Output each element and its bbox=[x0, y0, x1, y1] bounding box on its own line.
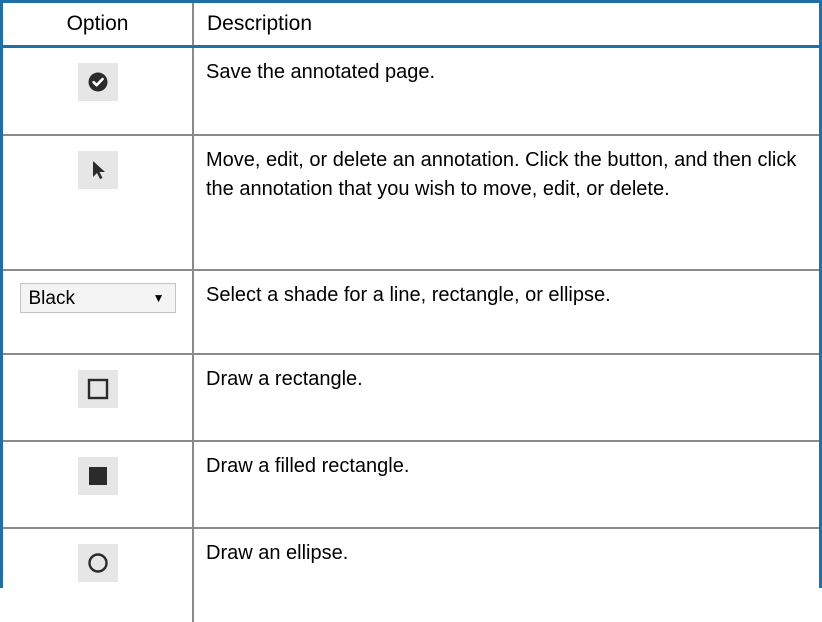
table-row: Save the annotated page. bbox=[3, 46, 819, 136]
description-cell: Draw a filled rectangle. bbox=[193, 441, 819, 529]
options-table: Option Description Save the annotated pa… bbox=[3, 3, 819, 622]
column-header-description: Description bbox=[193, 3, 819, 48]
arrow-pointer-icon bbox=[92, 161, 105, 179]
shade-select-value: Black bbox=[28, 287, 75, 309]
table-row: Draw an ellipse. bbox=[3, 528, 819, 622]
table-row: Draw a rectangle. bbox=[3, 354, 819, 442]
rectangle-outline-icon bbox=[87, 378, 108, 400]
draw-rectangle-button[interactable] bbox=[77, 370, 118, 408]
filled-rectangle-icon bbox=[88, 467, 107, 485]
description-cell: Draw an ellipse. bbox=[206, 542, 349, 564]
table-header-row: Option Description bbox=[3, 3, 819, 48]
description-cell: Save the annotated page. bbox=[193, 46, 819, 136]
option-cell bbox=[3, 46, 194, 136]
description-cell: Move, edit, or delete an annotation. Cli… bbox=[193, 135, 819, 271]
option-cell bbox=[3, 354, 194, 442]
table-row: Draw a filled rectangle. bbox=[3, 441, 819, 529]
table-row: Move, edit, or delete an annotation. Cli… bbox=[3, 135, 819, 271]
option-cell bbox=[3, 441, 194, 529]
save-button[interactable] bbox=[77, 63, 118, 101]
description-cell: Select a shade for a line, rectangle, or… bbox=[193, 270, 819, 355]
select-annotation-button[interactable] bbox=[77, 151, 118, 189]
checkmark-circle-icon bbox=[88, 72, 107, 92]
description-cell: Draw a rectangle. bbox=[193, 354, 819, 442]
table-row: Black ▼ Select a shade for a line, recta… bbox=[3, 270, 819, 355]
draw-ellipse-button[interactable] bbox=[77, 544, 118, 582]
draw-filled-rectangle-button[interactable] bbox=[77, 457, 118, 495]
option-cell: Black ▼ bbox=[3, 270, 194, 355]
option-cell bbox=[3, 135, 194, 271]
option-cell bbox=[3, 528, 194, 622]
page: Option Description Save the annotated pa… bbox=[0, 0, 822, 622]
shade-select[interactable]: Black ▼ bbox=[19, 283, 176, 313]
dropdown-arrow-icon: ▼ bbox=[152, 291, 165, 305]
ellipse-outline-icon bbox=[87, 553, 108, 573]
column-header-option: Option bbox=[3, 3, 194, 48]
